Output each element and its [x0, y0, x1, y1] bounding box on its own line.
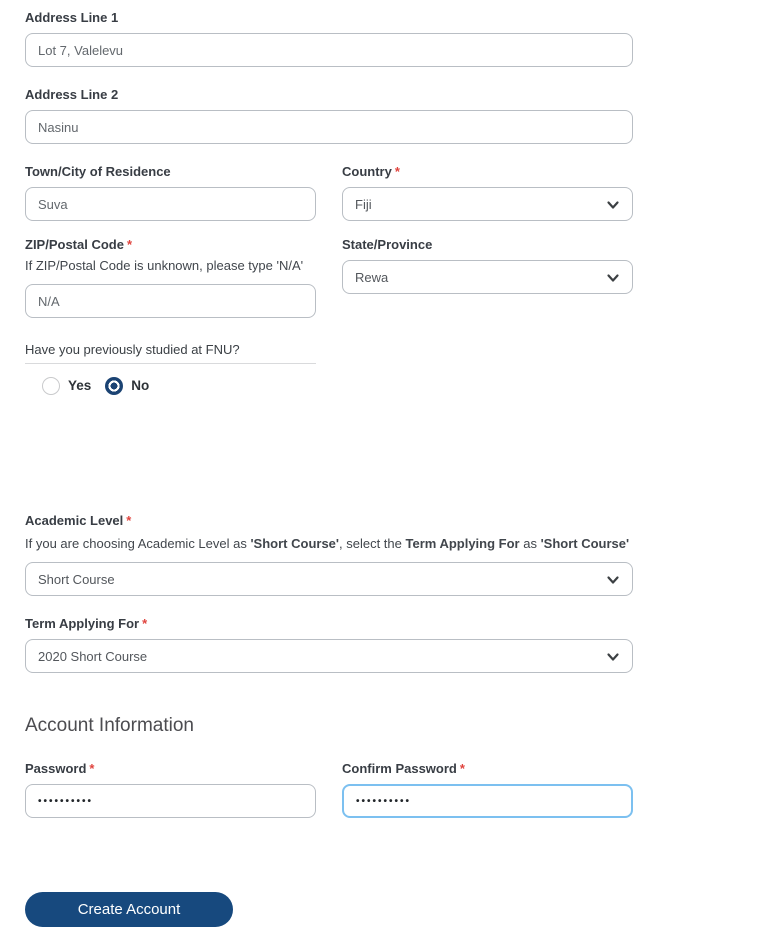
password-row: Password* Confirm Password* — [25, 761, 633, 818]
address2-label: Address Line 2 — [25, 87, 119, 102]
confirm-password-label: Confirm Password * — [342, 761, 465, 776]
radio-unchecked-icon — [42, 376, 60, 395]
term-select[interactable]: 2020 Short Course — [25, 639, 633, 673]
country-select-value: Fiji — [355, 196, 372, 212]
state-label: State/Province — [342, 237, 433, 252]
town-group: Town/City of Residence — [25, 164, 316, 221]
required-asterisk: * — [126, 237, 133, 252]
zip-label: ZIP/Postal Code * — [25, 237, 133, 252]
zip-group: ZIP/Postal Code * If ZIP/Postal Code is u… — [25, 237, 316, 318]
account-information-heading: Account Information — [25, 715, 194, 736]
country-label: Country * — [342, 164, 400, 179]
fnu-question-label: Have you previously studied at FNU? — [25, 342, 316, 364]
required-asterisk: * — [459, 761, 465, 776]
fnu-radio-group: Yes No — [42, 376, 633, 395]
term-group: Term Applying For * 2020 Short Course — [25, 616, 633, 673]
chevron-down-icon — [607, 201, 619, 209]
academic-level-select-value: Short Course — [38, 571, 115, 587]
radio-no-label: No — [131, 378, 150, 393]
required-asterisk: * — [126, 513, 132, 528]
radio-yes-label: Yes — [68, 378, 92, 393]
academic-level-helper: If you are choosing Academic Level as 'S… — [25, 536, 630, 551]
create-account-button[interactable]: Create Account — [25, 892, 233, 927]
required-asterisk: * — [89, 761, 95, 776]
address1-label: Address Line 1 — [25, 10, 119, 25]
country-select[interactable]: Fiji — [342, 187, 633, 221]
academic-level-select[interactable]: Short Course — [25, 562, 633, 596]
radio-option-yes[interactable]: Yes — [42, 376, 92, 395]
address1-group: Address Line 1 — [25, 10, 633, 67]
academic-level-group: Academic Level * If you are choosing Acad… — [25, 513, 633, 596]
state-select-value: Rewa — [355, 269, 389, 285]
address2-input[interactable] — [25, 110, 633, 144]
chevron-down-icon — [607, 653, 619, 661]
required-asterisk: * — [394, 164, 400, 179]
confirm-password-group: Confirm Password * — [342, 761, 633, 818]
term-label: Term Applying For * — [25, 616, 148, 631]
country-group: Country * Fiji — [342, 164, 633, 221]
town-country-row: Town/City of Residence Country* Fiji — [25, 164, 633, 221]
term-select-value: 2020 Short Course — [38, 648, 148, 664]
registration-form-page: Address Line 1 Address Line 2 Town/City … — [0, 0, 778, 927]
radio-option-no[interactable]: No — [105, 376, 150, 395]
state-group: State/Province Rewa — [342, 237, 633, 318]
chevron-down-icon — [607, 274, 619, 282]
password-group: Password * — [25, 761, 316, 818]
password-label: Password * — [25, 761, 95, 776]
state-select[interactable]: Rewa — [342, 260, 633, 294]
chevron-down-icon — [607, 576, 619, 584]
zip-state-row: ZIP/Postal Code * If ZIP/Postal Code is u… — [25, 237, 633, 318]
address2-group: Address Line 2 — [25, 87, 633, 144]
town-input[interactable] — [25, 187, 316, 221]
radio-checked-icon — [105, 376, 124, 395]
town-label: Town/City of Residence — [25, 164, 171, 179]
zip-input[interactable] — [25, 284, 316, 318]
zip-helper-text: If ZIP/Postal Code is unknown, please ty… — [25, 258, 304, 273]
password-input[interactable] — [25, 784, 316, 818]
required-asterisk: * — [142, 616, 148, 631]
address1-input[interactable] — [25, 33, 633, 67]
academic-level-label: Academic Level * — [25, 513, 132, 528]
confirm-password-input[interactable] — [342, 784, 633, 818]
